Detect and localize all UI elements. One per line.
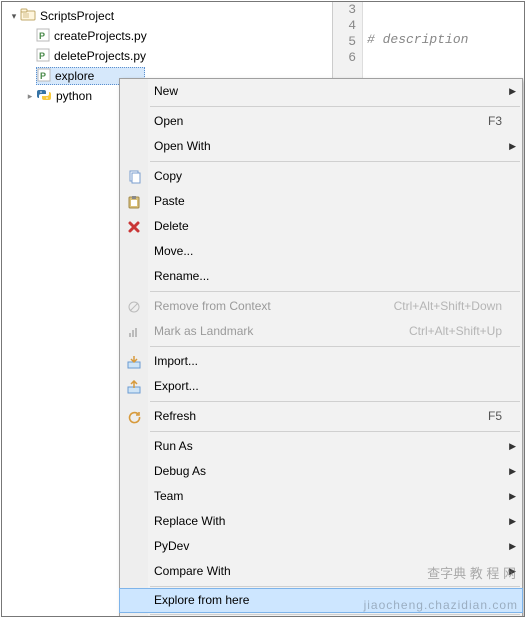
menu-separator (150, 401, 520, 402)
menu-separator (150, 161, 520, 162)
menu-rename[interactable]: Rename... (120, 264, 522, 289)
submenu-arrow-icon: ▶ (509, 559, 516, 584)
submenu-arrow-icon: ▶ (509, 434, 516, 459)
menu-debug-as[interactable]: Debug As▶ (120, 459, 522, 484)
code-line: # description (367, 32, 468, 47)
menu-export[interactable]: Export... (120, 374, 522, 399)
menu-copy[interactable]: Copy (120, 164, 522, 189)
menu-import[interactable]: Import... (120, 349, 522, 374)
menu-open-with[interactable]: Open With ▶ (120, 134, 522, 159)
svg-text:P: P (40, 71, 46, 81)
tree-node-project[interactable]: ▾ ScriptsProject (2, 6, 332, 26)
tree-label: python (52, 89, 92, 103)
tree-label: deleteProjects.py (50, 49, 146, 63)
copy-icon (120, 164, 148, 189)
python-file-icon: P (37, 68, 51, 85)
menu-separator (150, 291, 520, 292)
delete-icon (120, 214, 148, 239)
submenu-arrow-icon: ▶ (509, 484, 516, 509)
paste-icon (120, 189, 148, 214)
remove-context-icon (120, 294, 148, 319)
folder-icon (20, 8, 36, 25)
import-icon (120, 349, 148, 374)
submenu-arrow-icon: ▶ (509, 509, 516, 534)
menu-separator (150, 586, 520, 587)
menu-mark-landmark: Mark as Landmark Ctrl+Alt+Shift+Up (120, 319, 522, 344)
menu-move[interactable]: Move... (120, 239, 522, 264)
menu-remove-context: Remove from Context Ctrl+Alt+Shift+Down (120, 294, 522, 319)
refresh-icon (120, 404, 148, 429)
submenu-arrow-icon: ▶ (509, 459, 516, 484)
menu-open[interactable]: Open F3 (120, 109, 522, 134)
python-icon (36, 88, 52, 105)
tree-node-file[interactable]: P createProjects.py (2, 26, 332, 46)
expand-toggle[interactable]: ▾ (8, 10, 20, 22)
submenu-arrow-icon: ▶ (509, 134, 516, 159)
python-file-icon: P (36, 28, 50, 45)
svg-text:P: P (39, 31, 45, 41)
menu-team[interactable]: Team▶ (120, 484, 522, 509)
menu-new[interactable]: New ▶ (120, 79, 522, 104)
menu-separator (150, 614, 520, 615)
submenu-arrow-icon: ▶ (509, 534, 516, 559)
menu-separator (150, 431, 520, 432)
menu-pydev[interactable]: PyDev▶ (120, 534, 522, 559)
svg-text:P: P (39, 51, 45, 61)
menu-separator (150, 106, 520, 107)
tree-node-file[interactable]: P deleteProjects.py (2, 46, 332, 66)
menu-replace-with[interactable]: Replace With▶ (120, 509, 522, 534)
menu-run-as[interactable]: Run As▶ (120, 434, 522, 459)
landmark-icon (120, 319, 148, 344)
tree-label: createProjects.py (50, 29, 147, 43)
python-file-icon: P (36, 48, 50, 65)
menu-delete[interactable]: Delete (120, 214, 522, 239)
menu-refresh[interactable]: Refresh F5 (120, 404, 522, 429)
expand-toggle[interactable]: ▸ (24, 90, 36, 102)
submenu-arrow-icon: ▶ (509, 79, 516, 104)
menu-separator (150, 346, 520, 347)
menu-paste[interactable]: Paste (120, 189, 522, 214)
tree-label: ScriptsProject (36, 9, 114, 23)
context-menu: New ▶ Open F3 Open With ▶ Copy Paste (119, 78, 523, 617)
menu-compare-with[interactable]: Compare With▶ (120, 559, 522, 584)
export-icon (120, 374, 148, 399)
menu-explore-from-here[interactable]: Explore from here (119, 588, 523, 613)
